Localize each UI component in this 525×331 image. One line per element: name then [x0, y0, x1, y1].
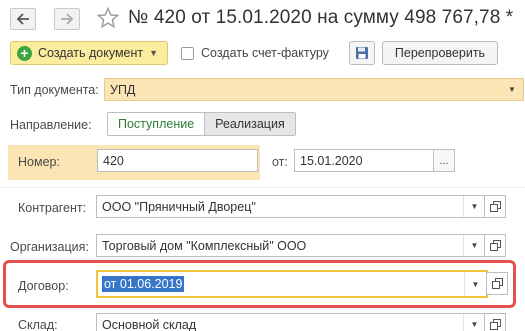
direction-label: Направление:	[10, 118, 92, 132]
section-divider	[0, 187, 525, 188]
number-field[interactable]: 420	[97, 149, 258, 172]
arrow-right-icon	[61, 13, 74, 25]
counterparty-label: Контрагент:	[18, 201, 87, 215]
recheck-button[interactable]: Перепроверить	[382, 41, 498, 65]
chevron-down-icon[interactable]: ▼	[463, 314, 485, 331]
create-invoice-label[interactable]: Создать счет-фактуру	[201, 46, 329, 60]
open-window-icon	[489, 319, 501, 330]
open-window-icon	[489, 240, 501, 251]
forward-button[interactable]	[54, 8, 80, 30]
date-value: 15.01.2020	[300, 153, 363, 168]
chevron-down-icon[interactable]: ▼	[501, 85, 523, 94]
save-button[interactable]	[349, 41, 375, 65]
date-label: от:	[272, 155, 288, 169]
contract-field[interactable]: от 01.06.2019 ▼	[96, 270, 488, 298]
chevron-down-icon: ▼	[149, 48, 159, 58]
direction-option-sales[interactable]: Реализация	[204, 113, 295, 135]
warehouse-value: Основной склад	[102, 317, 197, 331]
organization-field[interactable]: Торговый дом "Комплексный" ООО ▼	[96, 234, 486, 257]
number-label: Номер:	[18, 155, 60, 169]
page-title: № 420 от 15.01.2020 на сумму 498 767,78 …	[128, 7, 514, 28]
counterparty-value: ООО "Пряничный Дворец"	[102, 199, 256, 214]
date-field[interactable]: 15.01.2020	[294, 149, 434, 172]
contract-value: от 01.06.2019	[102, 276, 185, 292]
date-picker-button[interactable]: ...	[433, 149, 455, 172]
counterparty-field[interactable]: ООО "Пряничный Дворец" ▼	[96, 195, 486, 218]
doc-type-field[interactable]: УПД ▼	[104, 78, 524, 101]
create-document-label: Создать документ	[38, 46, 144, 60]
warehouse-field[interactable]: Основной склад ▼	[96, 313, 486, 331]
plus-circle-icon: +	[17, 45, 32, 61]
organization-open-button[interactable]	[484, 234, 506, 257]
arrow-left-icon	[16, 13, 29, 25]
create-invoice-checkbox[interactable]	[181, 47, 194, 60]
create-document-button[interactable]: + Создать документ ▼	[10, 41, 168, 65]
counterparty-open-button[interactable]	[484, 195, 506, 218]
chevron-down-icon[interactable]: ▼	[464, 272, 486, 296]
direction-option-incoming[interactable]: Поступление	[108, 113, 205, 135]
organization-label: Организация:	[10, 240, 89, 254]
contract-open-button[interactable]	[486, 272, 508, 295]
doc-type-value: УПД	[110, 82, 136, 97]
direction-toggle[interactable]: Поступление Реализация	[107, 112, 296, 136]
star-icon[interactable]	[96, 6, 120, 30]
chevron-down-icon[interactable]: ▼	[463, 196, 485, 217]
chevron-down-icon[interactable]: ▼	[463, 235, 485, 256]
warehouse-open-button[interactable]	[484, 313, 506, 331]
open-window-icon	[489, 201, 501, 212]
warehouse-label: Склад:	[18, 318, 58, 331]
number-value: 420	[103, 153, 124, 168]
open-window-icon	[491, 278, 503, 289]
contract-label: Договор:	[18, 279, 69, 293]
doc-type-label: Тип документа:	[10, 83, 99, 97]
organization-value: Торговый дом "Комплексный" ООО	[102, 238, 307, 253]
back-button[interactable]	[10, 8, 36, 30]
floppy-disk-icon	[356, 47, 368, 59]
